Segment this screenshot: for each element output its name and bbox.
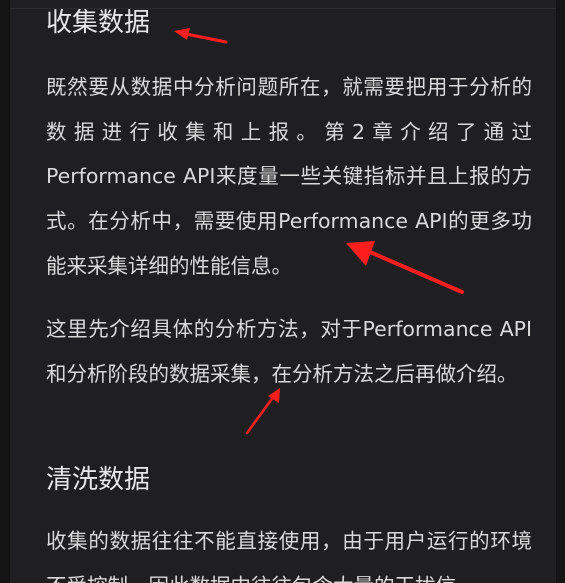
top-divider (10, 8, 556, 9)
section-heading-clean: 清洗数据 (46, 465, 151, 495)
document-page: 收集数据 既然要从数据中分析问题所在，就需要把用于分析的数据进行收集和上报。第2… (10, 0, 556, 583)
paragraph-collect-method: 这里先介绍具体的分析方法，对于Performance API和分析阶段的数据采集… (46, 317, 532, 386)
right-gutter (556, 0, 565, 583)
paragraph-collect-intro: 既然要从数据中分析问题所在，就需要把用于分析的数据进行收集和上报。第2章介绍了通… (46, 75, 532, 278)
paragraph-clean-intro: 收集的数据往往不能直接使用，由于用户运行的环境不受控制，因此数据中往往包含大量的… (46, 529, 532, 583)
section-heading-collect: 收集数据 (46, 8, 151, 38)
left-gutter (0, 0, 10, 583)
